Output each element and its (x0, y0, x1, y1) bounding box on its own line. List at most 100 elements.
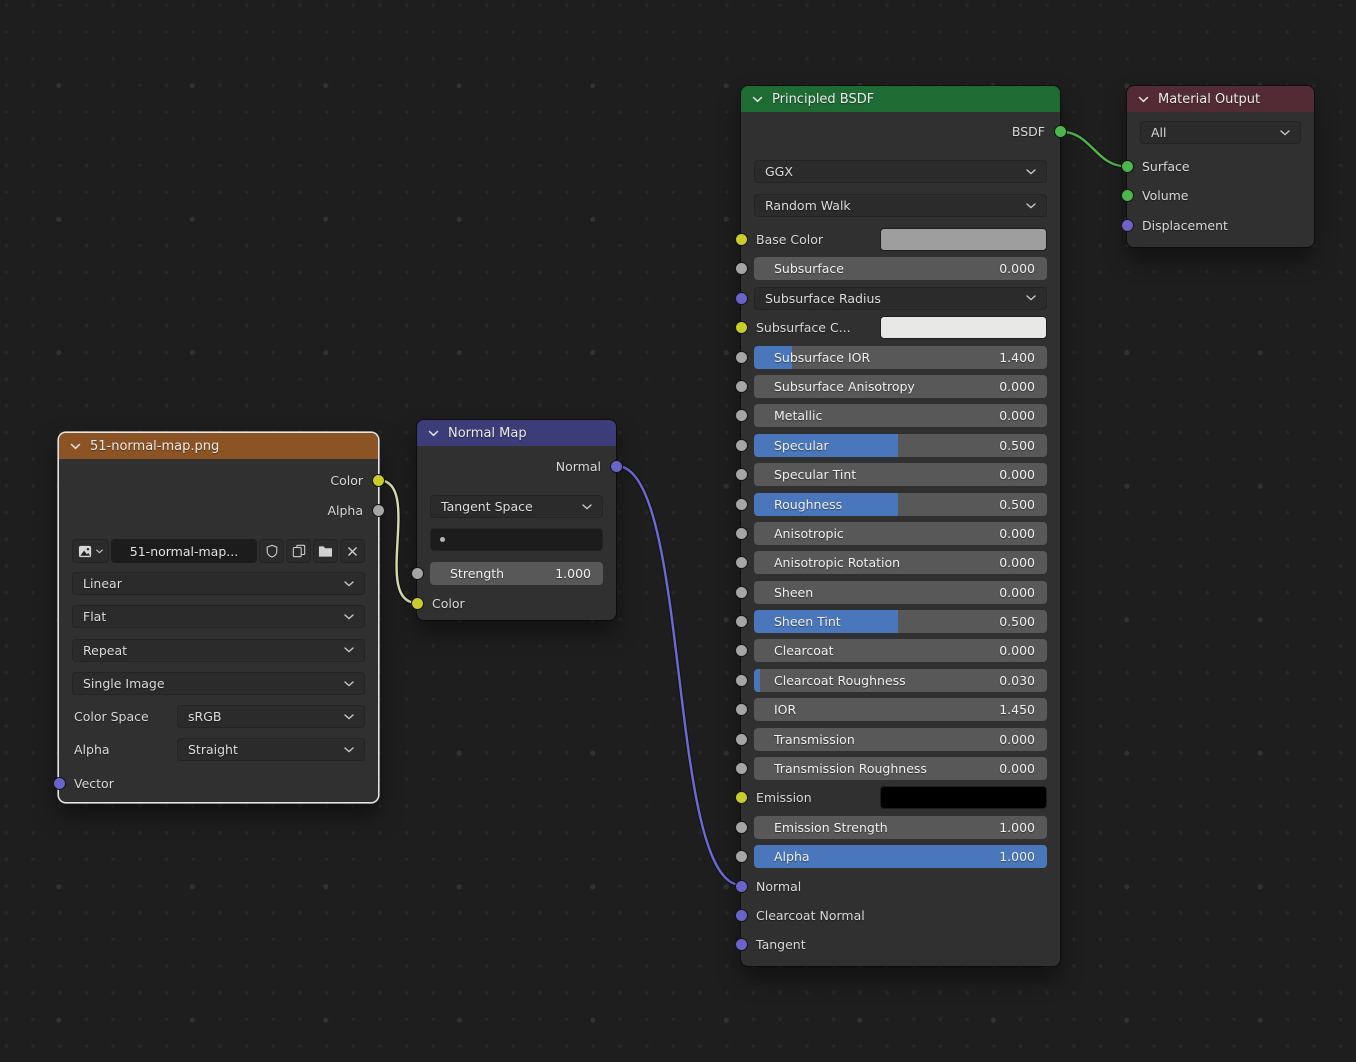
extension-select[interactable]: Repeat (72, 639, 365, 662)
anisotropic-rotation-socket[interactable] (735, 556, 748, 569)
subsurface-c-swatch[interactable] (880, 316, 1047, 339)
clearcoat-socket[interactable] (735, 644, 748, 657)
material-output-node[interactable]: Material Output All Surface Volume Displ… (1127, 86, 1314, 247)
specular-tint-slider[interactable]: Specular Tint0.000 (754, 463, 1047, 486)
color-space-select[interactable]: sRGB (177, 705, 365, 728)
image-texture-node-header[interactable]: 51-normal-map.png (59, 433, 378, 459)
base-color-swatch[interactable] (880, 228, 1047, 251)
normal-map-node-header[interactable]: Normal Map (417, 420, 616, 446)
transmission-slider[interactable]: Transmission0.000 (754, 728, 1047, 751)
principled-bsdf-node-header[interactable]: Principled BSDF (741, 86, 1060, 112)
base-color-socket[interactable] (735, 233, 748, 246)
target-select[interactable]: All (1140, 121, 1301, 144)
emission-socket[interactable] (735, 791, 748, 804)
distribution-select[interactable]: GGX (754, 160, 1047, 183)
normal-socket[interactable] (735, 880, 748, 893)
normal-output-socket[interactable] (610, 460, 623, 473)
input-row-color: Color (430, 592, 603, 615)
displacement-input-socket[interactable] (1121, 219, 1134, 232)
principled-bsdf-node[interactable]: Principled BSDF BSDF GGX Random Walk Bas… (741, 86, 1060, 966)
anisotropic-socket[interactable] (735, 527, 748, 540)
sheen-tint-slider[interactable]: Sheen Tint0.500 (754, 610, 1047, 633)
alpha-socket[interactable] (735, 850, 748, 863)
alpha-output-socket[interactable] (372, 504, 385, 517)
anisotropic-rotation-slider[interactable]: Anisotropic Rotation0.000 (754, 551, 1047, 574)
image-texture-node[interactable]: 51-normal-map.png Color Alpha (59, 433, 378, 802)
strength-slider[interactable]: Strength 1.000 (430, 562, 603, 585)
normal-map-node[interactable]: Normal Map Normal Tangent Space Strength… (417, 420, 616, 620)
subsurface-c-socket[interactable] (735, 321, 748, 334)
subsurface-slider[interactable]: Subsurface0.000 (754, 257, 1047, 280)
transmission-socket[interactable] (735, 733, 748, 746)
emission-strength-slider[interactable]: Emission Strength1.000 (754, 816, 1047, 839)
projection-select[interactable]: Flat (72, 605, 365, 628)
specular-slider[interactable]: Specular0.500 (754, 434, 1047, 457)
roughness-slider[interactable]: Roughness0.500 (754, 493, 1047, 516)
subsurface-anisotropy-slider[interactable]: Subsurface Anisotropy0.000 (754, 375, 1047, 398)
strength-input-socket[interactable] (411, 567, 424, 580)
specular-tint-socket[interactable] (735, 468, 748, 481)
surface-input-socket[interactable] (1121, 160, 1134, 173)
unlink-image-button[interactable] (340, 539, 365, 563)
color-input-socket[interactable] (411, 597, 424, 610)
clearcoat-slider[interactable]: Clearcoat0.000 (754, 639, 1047, 662)
clearcoat-normal-socket[interactable] (735, 909, 748, 922)
metallic-slider[interactable]: Metallic0.000 (754, 404, 1047, 427)
clearcoat-roughness-socket[interactable] (735, 674, 748, 687)
collapse-chevron-icon[interactable] (752, 96, 763, 103)
sheen-slider[interactable]: Sheen0.000 (754, 581, 1047, 604)
fake-user-button[interactable] (259, 539, 284, 563)
subsurface-socket[interactable] (735, 262, 748, 275)
image-name-field[interactable]: 51-normal-map... (111, 539, 257, 563)
anisotropic-slider[interactable]: Anisotropic0.000 (754, 522, 1047, 545)
space-select[interactable]: Tangent Space (430, 495, 603, 518)
roughness-socket[interactable] (735, 498, 748, 511)
subsurface-radius-select[interactable]: Subsurface Radius (754, 287, 1047, 310)
alpha-slider[interactable]: Alpha1.000 (754, 845, 1047, 868)
wire-normal-to-bsdf (617, 466, 742, 885)
transmission-roughness-socket[interactable] (735, 762, 748, 775)
sheen-socket[interactable] (735, 586, 748, 599)
bsdf-row-anisotropic: Anisotropic0.000 (754, 522, 1047, 545)
vector-input-socket[interactable] (53, 777, 66, 790)
alpha-mode-select[interactable]: Straight (177, 738, 365, 761)
sheen-tint-socket[interactable] (735, 615, 748, 628)
chevron-down-icon (1280, 130, 1290, 136)
subsurface-method-select[interactable]: Random Walk (754, 194, 1047, 217)
slider-label: Clearcoat Roughness (774, 673, 906, 688)
image-browse-button[interactable] (72, 539, 109, 563)
color-output-socket[interactable] (372, 474, 385, 487)
slider-value: 0.000 (999, 467, 1035, 482)
emission-swatch[interactable] (880, 786, 1047, 809)
subsurface-ior-socket[interactable] (735, 351, 748, 364)
node-editor-canvas[interactable]: 51-normal-map.png Color Alpha (0, 0, 1356, 1062)
uv-map-field[interactable] (430, 528, 603, 551)
chevron-down-icon (344, 581, 354, 587)
subsurface-anisotropy-socket[interactable] (735, 380, 748, 393)
ior-socket[interactable] (735, 703, 748, 716)
collapse-chevron-icon[interactable] (1138, 96, 1149, 103)
interpolation-select[interactable]: Linear (72, 572, 365, 595)
chevron-down-icon (344, 614, 354, 620)
duplicate-button[interactable] (286, 539, 311, 563)
open-image-button[interactable] (313, 539, 338, 563)
collapse-chevron-icon[interactable] (428, 430, 439, 437)
metallic-socket[interactable] (735, 409, 748, 422)
volume-input-socket[interactable] (1121, 189, 1134, 202)
source-select[interactable]: Single Image (72, 672, 365, 695)
collapse-chevron-icon[interactable] (70, 443, 81, 450)
bsdf-row-subsurface-c: Subsurface C... (754, 316, 1047, 339)
chevron-down-icon (1026, 295, 1036, 301)
emission-strength-socket[interactable] (735, 821, 748, 834)
bsdf-row-subsurface-radius: Subsurface Radius (754, 287, 1047, 310)
subsurface-ior-slider[interactable]: Subsurface IOR1.400 (754, 346, 1047, 369)
subsurface-radius-socket[interactable] (735, 292, 748, 305)
select-value: Subsurface Radius (765, 291, 881, 306)
bsdf-output-socket[interactable] (1054, 125, 1067, 138)
ior-slider[interactable]: IOR1.450 (754, 698, 1047, 721)
specular-socket[interactable] (735, 439, 748, 452)
clearcoat-roughness-slider[interactable]: Clearcoat Roughness0.030 (754, 669, 1047, 692)
tangent-socket[interactable] (735, 938, 748, 951)
material-output-node-header[interactable]: Material Output (1127, 86, 1314, 112)
transmission-roughness-slider[interactable]: Transmission Roughness0.000 (754, 757, 1047, 780)
